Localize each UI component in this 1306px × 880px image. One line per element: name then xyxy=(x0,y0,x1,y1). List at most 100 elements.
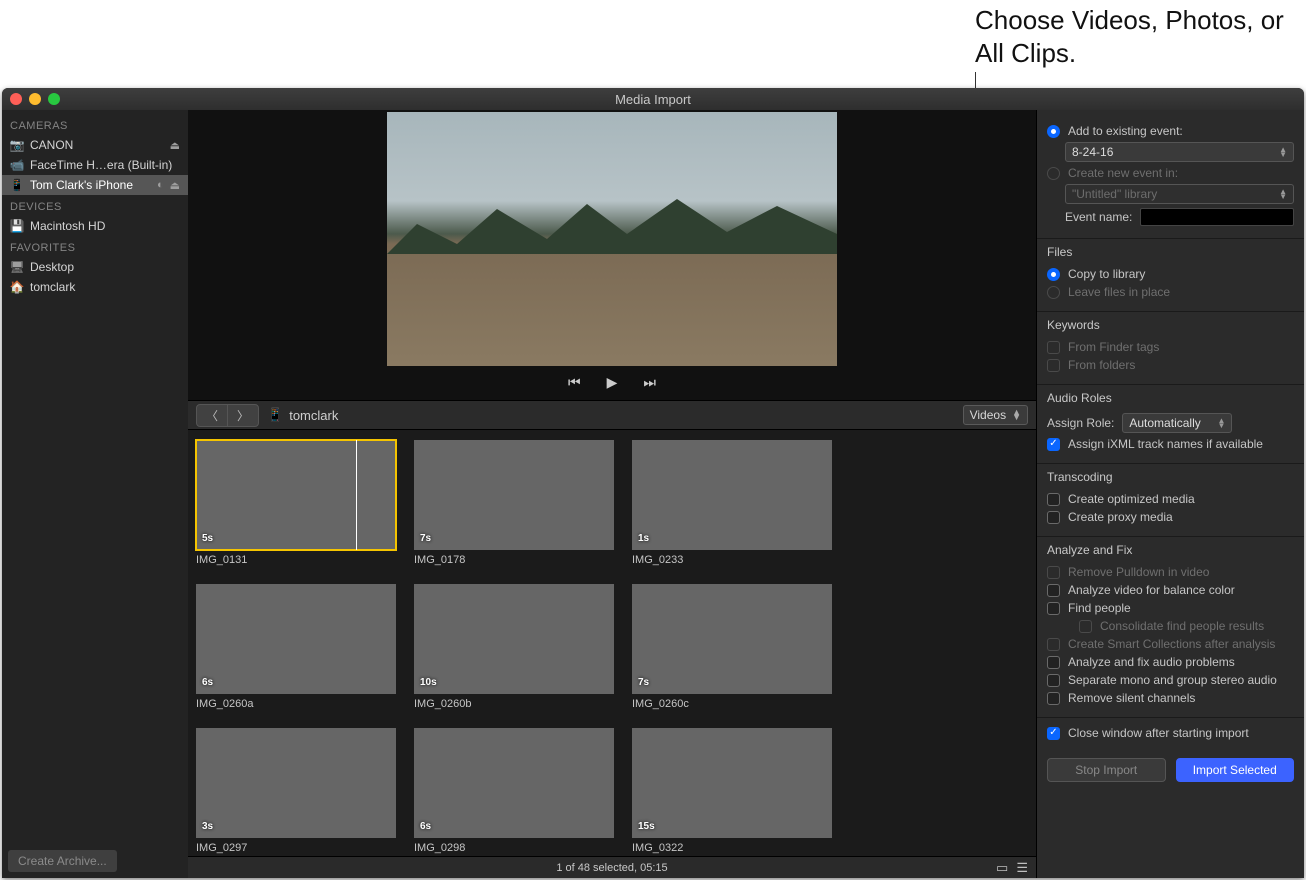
clip-thumbnail[interactable]: 1sIMG_0233 xyxy=(632,440,832,566)
analyze-title: Analyze and Fix xyxy=(1047,543,1294,557)
balance-label: Analyze video for balance color xyxy=(1068,583,1235,597)
ixml-label: Assign iXML track names if available xyxy=(1068,437,1263,451)
radio-create-new[interactable] xyxy=(1047,167,1060,180)
chevron-updown-icon: ▲▼ xyxy=(1279,147,1287,157)
clip-name-label: IMG_0260b xyxy=(414,694,614,710)
path-bar: 〈 〉 📱 tomclark Videos ▲▼ xyxy=(188,400,1036,430)
clip-name-label: IMG_0298 xyxy=(414,838,614,854)
check-balance-color[interactable] xyxy=(1047,584,1060,597)
sidebar-item-iphone[interactable]: 📱 Tom Clark's iPhone ◐ ⏏ xyxy=(2,175,188,195)
clip-duration-badge: 5s xyxy=(202,533,213,544)
clip-duration-badge: 10s xyxy=(420,677,437,688)
clip-image: 6s xyxy=(196,584,396,694)
sidebar-item-label: Macintosh HD xyxy=(30,219,180,233)
sidebar-item-desktop[interactable]: 🖥 Desktop xyxy=(2,257,188,277)
transcoding-section: Transcoding Create optimized media Creat… xyxy=(1037,464,1304,537)
play-button[interactable]: ▶ xyxy=(607,374,618,391)
clip-image: 1s xyxy=(632,440,832,550)
sidebar-footer: Create Archive... xyxy=(2,844,188,878)
titlebar: Media Import xyxy=(2,88,1304,110)
event-name-label: Event name: xyxy=(1065,210,1132,224)
check-finder-tags[interactable] xyxy=(1047,341,1060,354)
leave-in-place-row[interactable]: Leave files in place xyxy=(1047,283,1294,301)
clip-thumbnail[interactable]: 6sIMG_0260a xyxy=(196,584,396,710)
clip-thumbnail[interactable]: 15sIMG_0322 xyxy=(632,728,832,854)
sidebar-item-home[interactable]: 🏠 tomclark xyxy=(2,277,188,297)
check-fix-audio[interactable] xyxy=(1047,656,1060,669)
preview-video-frame[interactable] xyxy=(387,112,837,366)
path-location[interactable]: 📱 tomclark xyxy=(267,407,338,423)
clip-duration-badge: 7s xyxy=(638,677,649,688)
clip-thumbnail[interactable]: 7sIMG_0178 xyxy=(414,440,614,566)
sidebar-item-macintosh-hd[interactable]: 💾 Macintosh HD xyxy=(2,216,188,236)
sidebar-item-label: Desktop xyxy=(30,260,180,274)
sidebar-header-cameras: CAMERAS xyxy=(2,114,188,135)
create-new-event-row[interactable]: Create new event in: xyxy=(1047,164,1294,182)
create-archive-button[interactable]: Create Archive... xyxy=(8,850,117,872)
clip-name-label: IMG_0260a xyxy=(196,694,396,710)
check-smart-collections[interactable] xyxy=(1047,638,1060,651)
event-name-input[interactable] xyxy=(1140,208,1294,226)
import-selected-button[interactable]: Import Selected xyxy=(1176,758,1295,782)
next-frame-button[interactable]: ⏭ xyxy=(643,374,656,391)
desktop-icon: 🖥 xyxy=(10,260,24,274)
existing-event-select[interactable]: 8-24-16 ▲▼ xyxy=(1065,142,1294,162)
sidebar-item-label: CANON xyxy=(30,138,164,152)
check-proxy[interactable] xyxy=(1047,511,1060,524)
clip-name-label: IMG_0322 xyxy=(632,838,832,854)
check-optimized[interactable] xyxy=(1047,493,1060,506)
check-ixml[interactable] xyxy=(1047,438,1060,451)
list-view-button[interactable]: ☰ xyxy=(1016,860,1028,876)
sidebar-item-facetime[interactable]: 📹 FaceTime H…era (Built-in) xyxy=(2,155,188,175)
clip-duration-badge: 7s xyxy=(420,533,431,544)
media-filter-popup[interactable]: Videos ▲▼ xyxy=(963,405,1028,425)
clip-thumbnail[interactable]: 7sIMG_0260c xyxy=(632,584,832,710)
check-remove-silent[interactable] xyxy=(1047,692,1060,705)
clip-name-label: IMG_0233 xyxy=(632,550,832,566)
assign-role-select[interactable]: Automatically ▲▼ xyxy=(1122,413,1232,433)
close-after-label: Close window after starting import xyxy=(1068,726,1249,740)
pulldown-label: Remove Pulldown in video xyxy=(1068,565,1209,579)
add-to-existing-row[interactable]: Add to existing event: xyxy=(1047,122,1294,140)
audio-roles-title: Audio Roles xyxy=(1047,391,1294,405)
radio-copy-library[interactable] xyxy=(1047,268,1060,281)
check-pulldown[interactable] xyxy=(1047,566,1060,579)
stop-import-button[interactable]: Stop Import xyxy=(1047,758,1166,782)
chevron-updown-icon: ▲▼ xyxy=(1217,418,1225,428)
clip-thumbnail[interactable]: 10s IMG_0260b xyxy=(414,584,614,710)
from-folders-label: From folders xyxy=(1068,358,1135,372)
sidebar-item-canon[interactable]: 📷 CANON ⏏ xyxy=(2,135,188,155)
check-separate-mono[interactable] xyxy=(1047,674,1060,687)
callout-text: Choose Videos, Photos, or All Clips. xyxy=(975,4,1306,69)
create-new-label: Create new event in: xyxy=(1068,166,1178,180)
radio-add-existing[interactable] xyxy=(1047,125,1060,138)
source-sidebar: CAMERAS 📷 CANON ⏏ 📹 FaceTime H…era (Buil… xyxy=(2,110,188,878)
clip-thumbnail[interactable]: 5sIMG_0131 xyxy=(196,440,396,566)
clip-image: 10s xyxy=(414,584,614,694)
media-import-window: Media Import CAMERAS 📷 CANON ⏏ 📹 FaceTim… xyxy=(2,88,1304,878)
prev-frame-button[interactable]: ⏮ xyxy=(568,374,581,391)
radio-leave-in-place[interactable] xyxy=(1047,286,1060,299)
check-from-folders[interactable] xyxy=(1047,359,1060,372)
clip-thumbnail[interactable]: 6sIMG_0298 xyxy=(414,728,614,854)
copy-library-label: Copy to library xyxy=(1068,267,1145,281)
sidebar-item-label: FaceTime H…era (Built-in) xyxy=(30,158,180,172)
leave-in-place-label: Leave files in place xyxy=(1068,285,1170,299)
eject-icon[interactable]: ⏏ xyxy=(170,179,180,192)
filmstrip-view-button[interactable]: ▭ xyxy=(996,860,1008,876)
check-find-people[interactable] xyxy=(1047,602,1060,615)
optimized-label: Create optimized media xyxy=(1068,492,1195,506)
eject-icon[interactable]: ⏏ xyxy=(170,139,180,152)
clip-thumbnail[interactable]: 3sIMG_0297 xyxy=(196,728,396,854)
clip-image: 5s xyxy=(196,440,396,550)
sidebar-item-label: Tom Clark's iPhone xyxy=(30,178,151,192)
nav-back-button[interactable]: 〈 xyxy=(197,405,227,426)
check-close-after-import[interactable] xyxy=(1047,727,1060,740)
center-pane: ⏮ ▶ ⏭ 〈 〉 📱 tomclark Videos ▲▼ xyxy=(188,110,1036,878)
disk-icon: 💾 xyxy=(10,219,24,233)
path-location-label: tomclark xyxy=(289,408,338,423)
files-title: Files xyxy=(1047,245,1294,259)
clip-browser[interactable]: 5sIMG_01317sIMG_01781sIMG_02336sIMG_0260… xyxy=(188,430,1036,856)
copy-to-library-row[interactable]: Copy to library xyxy=(1047,265,1294,283)
nav-forward-button[interactable]: 〉 xyxy=(227,405,258,426)
